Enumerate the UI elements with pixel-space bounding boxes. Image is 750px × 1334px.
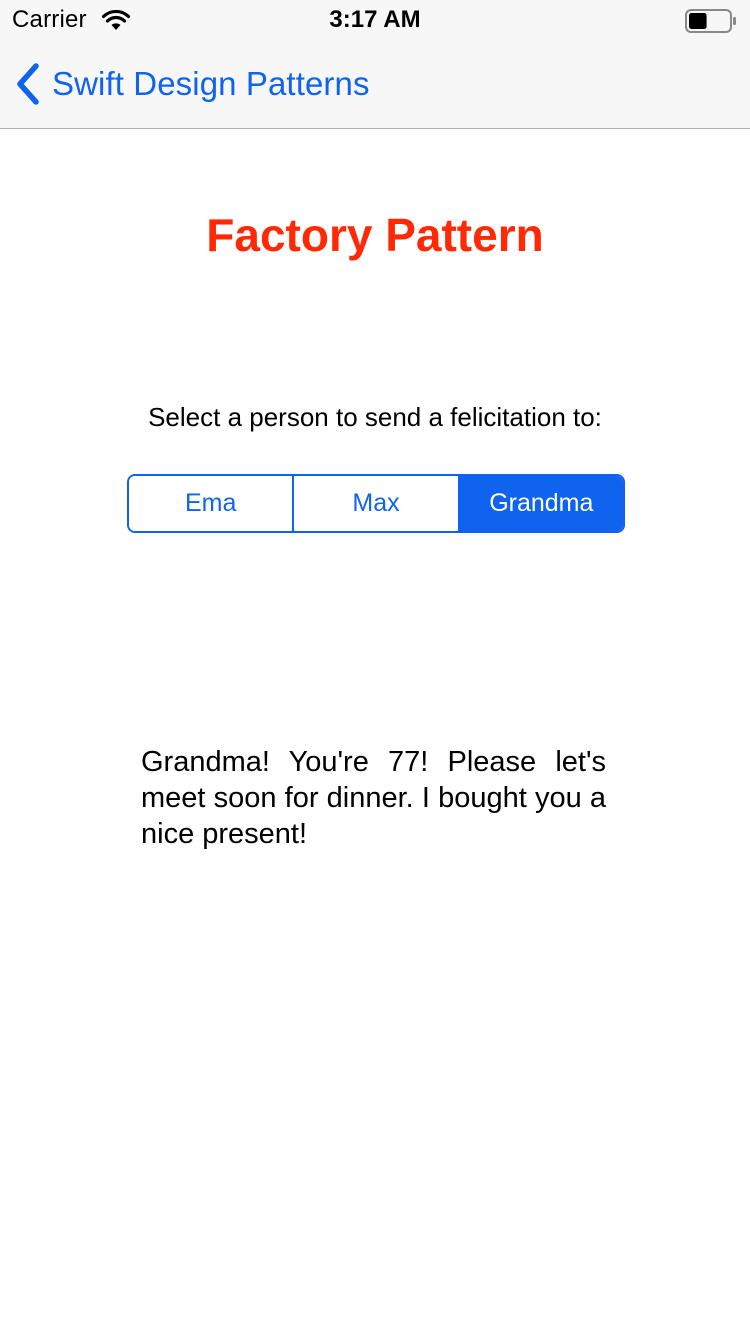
navigation-bar: Swift Design Patterns (0, 40, 750, 129)
screen: Carrier 3:17 AM Swift Design Patterns Fa… (0, 0, 750, 1334)
segment-ema[interactable]: Ema (129, 476, 293, 531)
status-time: 3:17 AM (329, 6, 421, 33)
selection-prompt: Select a person to send a felicitation t… (148, 402, 602, 432)
back-button[interactable]: Swift Design Patterns (14, 40, 370, 128)
back-button-label: Swift Design Patterns (52, 65, 370, 102)
felicitation-message: Grandma! You're 77! Please let's meet so… (141, 746, 606, 850)
battery-icon (685, 9, 736, 33)
person-segmented-control: Ema Max Grandma (127, 474, 625, 533)
segment-max[interactable]: Max (292, 476, 458, 531)
page-title: Factory Pattern (206, 209, 544, 261)
chevron-left-icon (17, 63, 39, 105)
segment-grandma[interactable]: Grandma (457, 476, 623, 531)
battery-fill (689, 13, 707, 29)
status-bar: Carrier 3:17 AM (0, 0, 750, 40)
